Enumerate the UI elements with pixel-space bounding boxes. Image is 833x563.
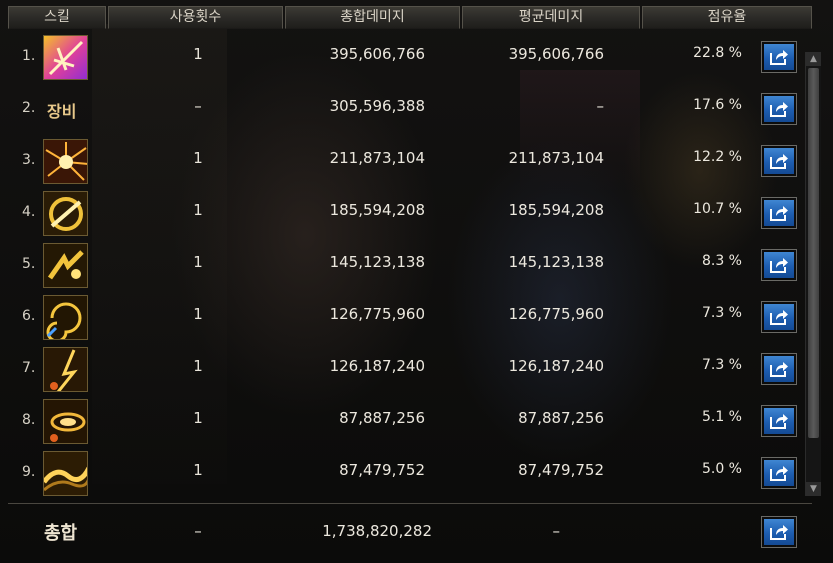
share-percent: 17.6 %	[693, 97, 742, 113]
rank-number: 1.	[22, 48, 36, 64]
average-damage: 126,775,960	[508, 305, 604, 323]
skill-icon-strike	[43, 347, 88, 392]
rank-number: 7.	[22, 360, 36, 376]
skill-row: 8. 1 87,887,256 87,887,256 5.1 %	[0, 396, 800, 448]
rank-number: 3.	[22, 152, 36, 168]
uses-count: 1	[193, 253, 203, 271]
rank-number: 2.	[22, 100, 36, 116]
average-damage: 87,479,752	[518, 461, 604, 479]
skill-row: 9. 1 87,479,752 87,479,752 5.0 %	[0, 448, 800, 500]
average-damage: 395,606,766	[508, 45, 604, 63]
column-header-uses[interactable]: 사용횟수	[108, 6, 283, 29]
uses-count: 1	[193, 201, 203, 219]
total-damage: 126,775,960	[329, 305, 425, 323]
column-header-avg-damage[interactable]: 평균데미지	[462, 6, 640, 29]
share-button[interactable]	[761, 145, 797, 177]
share-button[interactable]	[761, 93, 797, 125]
column-header-skill[interactable]: 스킬	[8, 6, 106, 29]
skill-row: 6. 1 126,775,960 126,775,960 7.3 %	[0, 292, 800, 344]
total-damage: 395,606,766	[329, 45, 425, 63]
list-scrollbar[interactable]: ▲ ▼	[805, 52, 821, 496]
skill-icon-swirl	[43, 295, 88, 340]
uses-count: 1	[193, 149, 203, 167]
rank-number: 6.	[22, 308, 36, 324]
total-damage: 185,594,208	[329, 201, 425, 219]
average-damage: 126,187,240	[508, 357, 604, 375]
average-damage: 145,123,138	[508, 253, 604, 271]
uses-count: 1	[193, 461, 203, 479]
uses-count: 1	[193, 409, 203, 427]
skill-icon-dash	[43, 243, 88, 288]
share-export-icon	[770, 258, 788, 273]
scrollbar-thumb[interactable]	[808, 68, 819, 438]
skill-row: 3. 1 211,873,104 211,873,104 12.2 %	[0, 136, 800, 188]
skill-row: 5. 1 145,123,138 145,123,138 8.3 %	[0, 240, 800, 292]
share-button[interactable]	[761, 405, 797, 437]
total-damage: 305,596,388	[329, 97, 425, 115]
summary-total-damage: 1,738,820,282	[322, 522, 432, 540]
skill-icon-purple-slash	[43, 35, 88, 80]
uses-count: –	[194, 97, 202, 115]
total-damage: 87,887,256	[339, 409, 425, 427]
uses-count: 1	[193, 45, 203, 63]
share-export-icon	[770, 525, 788, 540]
share-percent: 8.3 %	[701, 253, 742, 269]
skill-icon-ring-slash	[43, 191, 88, 236]
share-export-icon	[770, 414, 788, 429]
share-percent: 7.3 %	[701, 357, 742, 373]
average-damage: 87,887,256	[518, 409, 604, 427]
total-damage: 211,873,104	[329, 149, 425, 167]
summary-uses: –	[194, 522, 202, 540]
share-export-icon	[770, 310, 788, 325]
share-button[interactable]	[761, 197, 797, 229]
average-damage: 185,594,208	[508, 201, 604, 219]
skill-row: 2. 장비 – 305,596,388 – 17.6 %	[0, 84, 800, 136]
share-percent: 10.7 %	[693, 201, 742, 217]
uses-count: 1	[193, 357, 203, 375]
rank-number: 5.	[22, 256, 36, 272]
skill-row: 7. 1 126,187,240 126,187,240 7.3 %	[0, 344, 800, 396]
share-export-icon	[770, 466, 788, 481]
share-button[interactable]	[761, 301, 797, 333]
share-button[interactable]	[761, 353, 797, 385]
share-percent: 5.1 %	[701, 409, 742, 425]
rank-number: 9.	[22, 464, 36, 480]
scroll-down-arrow-icon[interactable]: ▼	[806, 482, 821, 496]
share-button[interactable]	[761, 249, 797, 281]
share-export-icon	[770, 102, 788, 117]
scroll-up-arrow-icon[interactable]: ▲	[806, 52, 821, 66]
share-button[interactable]	[761, 41, 797, 73]
column-header-share[interactable]: 점유율	[642, 6, 812, 29]
uses-count: 1	[193, 305, 203, 323]
skill-icon-burst	[43, 139, 88, 184]
share-export-icon	[770, 362, 788, 377]
total-damage: 145,123,138	[329, 253, 425, 271]
summary-label: 총합	[44, 523, 78, 544]
summary-avg-damage: –	[552, 522, 561, 540]
column-header-total-damage[interactable]: 총합데미지	[285, 6, 460, 29]
summary-divider	[8, 503, 812, 504]
total-damage: 126,187,240	[329, 357, 425, 375]
summary-share-button[interactable]	[761, 516, 797, 548]
share-percent: 5.0 %	[701, 461, 742, 477]
share-export-icon	[770, 154, 788, 169]
total-damage: 87,479,752	[339, 461, 425, 479]
rank-number: 4.	[22, 204, 36, 220]
skill-icon-vortex	[43, 399, 88, 444]
share-button[interactable]	[761, 457, 797, 489]
share-percent: 12.2 %	[693, 149, 742, 165]
average-damage: 211,873,104	[508, 149, 604, 167]
damage-stats-window: 스킬 사용횟수 총합데미지 평균데미지 점유율 1. 1 395,606,766 39…	[0, 0, 833, 563]
skill-icon-wave	[43, 451, 88, 496]
share-export-icon	[770, 50, 788, 65]
skill-row: 4. 1 185,594,208 185,594,208 10.7 %	[0, 188, 800, 240]
rank-number: 8.	[22, 412, 36, 428]
skill-row: 1. 1 395,606,766 395,606,766 22.8 %	[0, 32, 800, 84]
share-percent: 22.8 %	[693, 45, 742, 61]
average-damage: –	[596, 97, 605, 115]
share-percent: 7.3 %	[701, 305, 742, 321]
equipment-label: 장비	[47, 102, 77, 121]
share-export-icon	[770, 206, 788, 221]
